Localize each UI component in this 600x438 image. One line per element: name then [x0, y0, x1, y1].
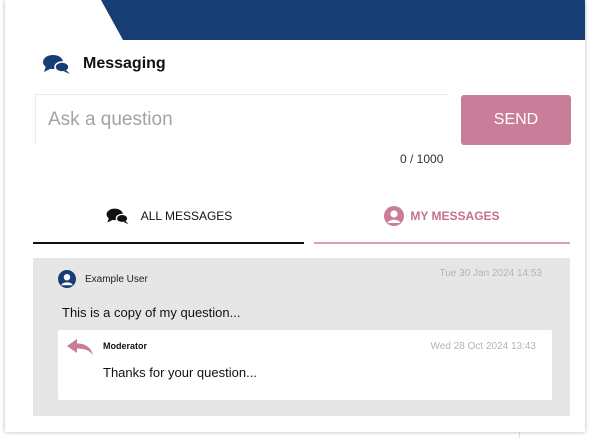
user-avatar-icon	[58, 270, 76, 288]
page-title: Messaging	[83, 55, 166, 72]
character-counter: 0 / 1000	[400, 152, 444, 166]
send-button[interactable]: SEND	[461, 95, 571, 145]
tab-all-messages-label: ALL MESSAGES	[140, 208, 233, 223]
reply-arrow-icon	[67, 339, 93, 355]
header-band-shape	[101, 0, 585, 40]
message-thread: Example User Tue 30 Jan 2024 14:53 This …	[33, 258, 570, 416]
question-input[interactable]	[35, 94, 448, 144]
message-timestamp: Tue 30 Jan 2024 14:53	[439, 268, 543, 279]
user-avatar-icon	[384, 205, 405, 226]
panel-header: Messaging	[42, 52, 166, 76]
tab-my-messages-label: MY MESSAGES	[410, 208, 500, 223]
chat-bubbles-icon	[106, 208, 129, 224]
reply-timestamp: Wed 28 Oct 2024 13:43	[430, 341, 536, 352]
reply-author: Moderator	[103, 341, 148, 351]
message-text: This is a copy of my question...	[62, 305, 241, 320]
tab-all-messages[interactable]: ALL MESSAGES	[33, 196, 304, 244]
header-band	[5, 0, 585, 40]
chat-bubbles-icon	[43, 55, 70, 74]
reply-card: Moderator Wed 28 Oct 2024 13:43 Thanks f…	[58, 330, 552, 400]
author-name: Example User	[85, 273, 148, 285]
messaging-panel: Messaging SEND 0 / 1000 ALL MESSAGES MY …	[5, 0, 585, 432]
tab-my-messages[interactable]: MY MESSAGES	[314, 196, 570, 244]
message-author: Example User	[58, 270, 148, 288]
reply-text: Thanks for your question...	[103, 365, 257, 380]
